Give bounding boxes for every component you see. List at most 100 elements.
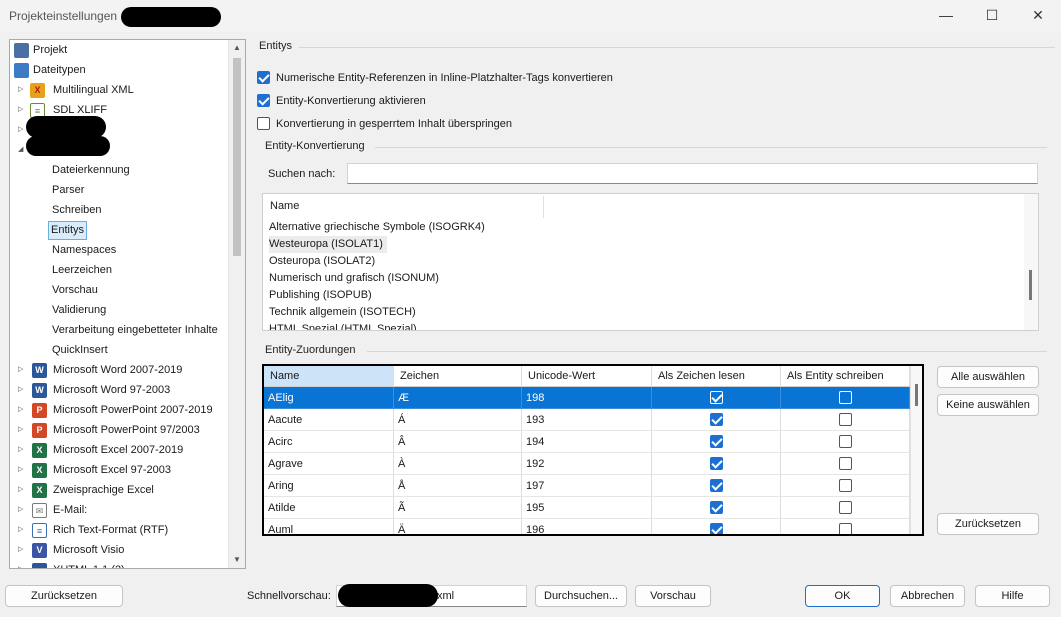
group-divider [299, 47, 1055, 48]
filetypes-icon [14, 63, 29, 78]
excel-icon: X [32, 483, 47, 498]
window-title: Projekteinstellungen [9, 9, 118, 23]
column-header-read-char[interactable]: Als Zeichen lesen [652, 366, 781, 387]
group-divider [375, 147, 1047, 148]
list-item[interactable]: Osteuropa (ISOLAT2) [269, 253, 375, 270]
list-item[interactable]: Numerisch und grafisch (ISONUM) [269, 270, 439, 287]
scroll-thumb[interactable] [1029, 270, 1032, 300]
xhtml-icon [32, 563, 47, 568]
write-checkbox[interactable] [839, 501, 852, 514]
list-scrollbar[interactable] [1024, 194, 1038, 330]
expand-arrow-icon[interactable]: ▷ [18, 460, 26, 480]
column-header-unicode[interactable]: Unicode-Wert [522, 366, 652, 387]
tree-scrollbar[interactable]: ▲ ▼ [228, 40, 245, 568]
expand-arrow-icon[interactable]: ▷ [18, 520, 26, 540]
column-header-write-entity[interactable]: Als Entity schreiben [781, 366, 910, 387]
redacted-block [121, 7, 221, 27]
expand-arrow-icon[interactable]: ▷ [18, 440, 26, 460]
project-icon [14, 43, 29, 58]
entity-set-list[interactable]: Name Alternative griechische Symbole (IS… [262, 193, 1039, 331]
read-checkbox[interactable] [710, 523, 723, 534]
powerpoint-icon: P [32, 423, 47, 438]
write-checkbox[interactable] [839, 391, 852, 404]
reset-button[interactable]: Zurücksetzen [5, 585, 123, 607]
table-row[interactable]: Atilde Ã 195 [264, 497, 910, 519]
help-button[interactable]: Hilfe [975, 585, 1050, 607]
close-button[interactable]: ✕ [1015, 0, 1061, 32]
scroll-down-icon[interactable]: ▼ [229, 552, 245, 568]
table-row[interactable]: Acirc Â 194 [264, 431, 910, 453]
browse-button[interactable]: Durchsuchen... [535, 585, 627, 607]
minimize-button[interactable]: — [923, 0, 969, 32]
redacted-block [26, 136, 110, 156]
column-header-zeichen[interactable]: Zeichen [394, 366, 522, 387]
table-row[interactable]: Aacute Á 193 [264, 409, 910, 431]
list-item[interactable]: Alternative griechische Symbole (ISOGRK4… [269, 219, 485, 236]
redacted-block [338, 584, 438, 607]
reset-mappings-button[interactable]: Zurücksetzen [937, 513, 1039, 535]
read-checkbox[interactable] [710, 479, 723, 492]
section-title-entitys: Entitys [259, 40, 293, 52]
table-row[interactable]: AElig Æ 198 [264, 387, 910, 409]
list-item[interactable]: Publishing (ISOPUB) [269, 287, 372, 304]
write-checkbox[interactable] [839, 435, 852, 448]
group-divider [367, 351, 1047, 352]
checkbox[interactable] [257, 71, 270, 84]
scroll-up-icon[interactable]: ▲ [229, 40, 245, 56]
write-checkbox[interactable] [839, 523, 852, 534]
title-bar: Projekteinstellungen — ☐ ✕ [0, 0, 1061, 32]
ok-button[interactable]: OK [805, 585, 880, 607]
column-divider [543, 196, 544, 218]
table-row[interactable]: Agrave À 192 [264, 453, 910, 475]
expand-arrow-icon[interactable]: ▷ [18, 380, 26, 400]
expand-arrow-icon[interactable]: ▷ [18, 500, 26, 520]
scroll-thumb[interactable] [915, 384, 918, 406]
word-icon: W [32, 383, 47, 398]
visio-icon: V [32, 543, 47, 558]
email-icon: ✉ [32, 503, 47, 518]
list-item[interactable]: Westeuropa (ISOLAT1) [269, 236, 387, 253]
write-checkbox[interactable] [839, 413, 852, 426]
preview-button[interactable]: Vorschau [635, 585, 711, 607]
expand-arrow-icon[interactable]: ▷ [18, 100, 26, 120]
settings-tree[interactable]: Projekt Dateitypen ▷ X Multilingual XML … [9, 39, 246, 569]
read-checkbox[interactable] [710, 413, 723, 426]
select-none-button[interactable]: Keine auswählen [937, 394, 1039, 416]
column-header-name[interactable]: Name [264, 366, 394, 387]
write-checkbox[interactable] [839, 457, 852, 470]
expand-arrow-icon[interactable]: ▷ [18, 560, 26, 568]
read-checkbox[interactable] [710, 391, 723, 404]
list-item[interactable]: Technik allgemein (ISOTECH) [269, 304, 416, 321]
checkbox[interactable] [257, 94, 270, 107]
collapse-arrow-icon[interactable]: ◢ [18, 140, 26, 160]
checkbox[interactable] [257, 117, 270, 130]
expand-arrow-icon[interactable]: ▷ [18, 540, 26, 560]
rtf-icon: ≡ [32, 523, 47, 538]
scroll-thumb[interactable] [233, 58, 241, 256]
expand-arrow-icon[interactable]: ▷ [18, 80, 26, 100]
redacted-block [26, 116, 106, 138]
expand-arrow-icon[interactable]: ▷ [18, 480, 26, 500]
read-checkbox[interactable] [710, 435, 723, 448]
expand-arrow-icon[interactable]: ▷ [18, 400, 26, 420]
entity-mapping-grid[interactable]: Name Zeichen Unicode-Wert Als Zeichen le… [262, 364, 924, 536]
expand-arrow-icon[interactable]: ▷ [18, 420, 26, 440]
maximize-button[interactable]: ☐ [969, 0, 1015, 32]
search-input[interactable] [347, 163, 1038, 184]
preview-label: Schnellvorschau: [247, 590, 331, 602]
write-checkbox[interactable] [839, 479, 852, 492]
column-header-name[interactable]: Name [270, 200, 299, 212]
read-checkbox[interactable] [710, 457, 723, 470]
select-all-button[interactable]: Alle auswählen [937, 366, 1039, 388]
cancel-button[interactable]: Abbrechen [890, 585, 965, 607]
expand-arrow-icon[interactable]: ▷ [18, 360, 26, 380]
read-checkbox[interactable] [710, 501, 723, 514]
list-item[interactable]: HTML Spezial (HTML Spezial) [269, 321, 417, 330]
section-title-zuordnungen: Entity-Zuordungen [265, 344, 356, 356]
expand-arrow-icon[interactable]: ▷ [18, 120, 26, 140]
table-row[interactable]: Auml Ä 196 [264, 519, 910, 534]
excel-icon: X [32, 463, 47, 478]
word-icon: W [32, 363, 47, 378]
grid-scrollbar[interactable] [910, 366, 922, 534]
table-row[interactable]: Aring Å 197 [264, 475, 910, 497]
